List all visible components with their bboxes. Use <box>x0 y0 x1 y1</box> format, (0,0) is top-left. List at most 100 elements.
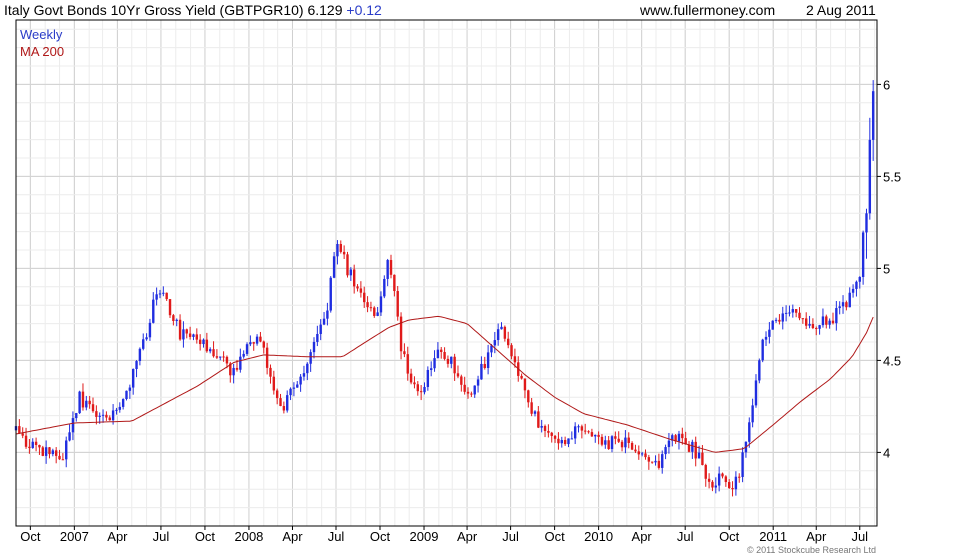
candle-body <box>286 395 289 411</box>
candle-body <box>794 309 798 313</box>
candle-body <box>620 441 624 448</box>
candle-body <box>81 391 85 408</box>
candle-body <box>78 391 81 414</box>
candle-body <box>717 473 721 486</box>
candle-body <box>65 440 68 460</box>
candle-body <box>697 452 701 459</box>
x-tick-label: Jul <box>328 529 345 544</box>
candle-body <box>162 292 165 294</box>
candle-body <box>640 453 644 455</box>
candle-body <box>185 329 188 334</box>
candle-body <box>677 433 681 442</box>
candle-body <box>366 302 369 308</box>
candle-body <box>607 440 610 450</box>
candle-body <box>275 390 279 399</box>
candle-body <box>848 292 851 308</box>
candle-body <box>811 323 815 329</box>
candle-body <box>175 319 178 321</box>
candle-body <box>808 323 811 326</box>
candle-body <box>493 340 497 346</box>
candle-body <box>339 244 342 252</box>
candle-body <box>148 322 152 338</box>
y-tick-label: 5.5 <box>883 169 901 184</box>
candle-body <box>543 426 547 431</box>
candle-body <box>249 342 252 345</box>
y-tick-label: 5 <box>883 261 890 276</box>
x-tick-label: Oct <box>370 529 391 544</box>
candle-body <box>282 406 286 411</box>
candle-body <box>423 386 426 393</box>
candle-body <box>259 336 262 342</box>
candle-body <box>108 417 111 421</box>
candle-body <box>828 320 831 325</box>
candle-body <box>634 449 637 452</box>
candle-body <box>815 328 818 330</box>
candle-body <box>821 316 825 326</box>
candle-body <box>868 139 872 214</box>
candle-body <box>356 286 359 289</box>
candle-body <box>547 430 550 433</box>
candle-body <box>838 306 841 309</box>
candle-body <box>195 334 199 340</box>
candle-body <box>386 260 389 279</box>
ma-200-line <box>15 315 874 453</box>
candle-body <box>222 356 225 358</box>
candle-body <box>533 411 537 414</box>
candle-body <box>567 438 570 445</box>
candle-body <box>409 373 413 383</box>
x-tick-label: Apr <box>282 529 303 544</box>
candle-body <box>433 358 436 369</box>
legend-weekly: Weekly <box>20 27 63 42</box>
candle-body <box>316 333 319 342</box>
candle-body <box>664 447 667 455</box>
candle-body <box>463 384 466 392</box>
candle-body <box>71 418 75 433</box>
candle-body <box>306 363 309 374</box>
candle-body <box>336 244 339 257</box>
x-tick-label: Jul <box>677 529 694 544</box>
candle-body <box>198 339 202 345</box>
candle-body <box>657 460 661 468</box>
candle-body <box>299 376 302 385</box>
candle-body <box>654 460 657 463</box>
candle-body <box>774 319 778 321</box>
candle-body <box>540 426 543 428</box>
candle-body <box>788 312 791 314</box>
x-tick-label: Oct <box>544 529 565 544</box>
candle-body <box>570 438 574 440</box>
candle-body <box>419 391 423 393</box>
candle-body <box>296 384 299 388</box>
candle-body <box>54 450 58 456</box>
candle-body <box>630 442 634 450</box>
candle-body <box>758 360 761 381</box>
candle-body <box>38 444 41 448</box>
candle-body <box>453 356 456 374</box>
candle-body <box>450 356 453 364</box>
candle-body <box>48 447 51 455</box>
candle-body <box>841 302 845 307</box>
candle-body <box>255 336 259 344</box>
candle-body <box>771 320 774 330</box>
candle-body <box>627 437 630 443</box>
candle-body <box>75 413 78 419</box>
candle-body <box>245 344 249 354</box>
candle-body <box>68 432 71 441</box>
candle-body <box>637 451 640 455</box>
candle-body <box>486 352 490 368</box>
candle-body <box>597 434 600 437</box>
candle-body <box>332 256 336 278</box>
x-tick-label: 2007 <box>60 529 89 544</box>
candle-body <box>496 329 500 341</box>
candle-body <box>791 309 795 313</box>
candle-body <box>704 465 707 479</box>
candle-body <box>44 447 48 456</box>
candle-body <box>312 341 316 353</box>
candle-body <box>855 281 858 289</box>
candle-body <box>587 431 590 433</box>
y-tick-label: 4.5 <box>883 353 901 368</box>
candle-body <box>292 387 296 389</box>
candle-body <box>624 437 627 448</box>
candle-body <box>507 338 510 346</box>
candle-body <box>406 354 409 374</box>
candle-body <box>416 384 419 392</box>
